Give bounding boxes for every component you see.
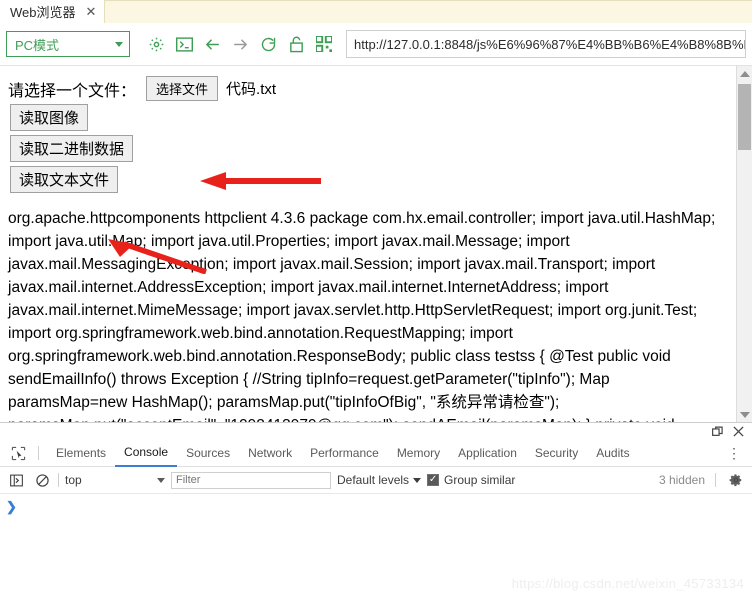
tab-performance[interactable]: Performance (301, 441, 388, 466)
scrollbar-thumb[interactable] (738, 84, 751, 150)
qrcode-icon[interactable] (310, 30, 338, 58)
console-output-area[interactable]: ❯ (0, 494, 752, 516)
back-arrow-icon[interactable] (198, 30, 226, 58)
inspect-element-icon[interactable] (6, 443, 30, 463)
devtools-window-controls (0, 423, 752, 440)
tab-security[interactable]: Security (526, 441, 587, 466)
gear-icon[interactable] (142, 30, 170, 58)
console-icon[interactable] (170, 30, 198, 58)
scroll-up-arrow-icon[interactable] (737, 66, 752, 82)
browser-tab[interactable]: Web浏览器 ✕ (0, 0, 105, 23)
chevron-down-icon (413, 477, 422, 483)
tab-application[interactable]: Application (449, 441, 526, 466)
address-bar[interactable]: http://127.0.0.1:8848/js%E6%96%87%E4%BB%… (346, 30, 746, 58)
device-mode-select[interactable]: PC模式 (6, 31, 130, 57)
page-viewport: 请选择一个文件： 选择文件 代码.txt 读取图像 读取二进制数据 读取文本文件… (0, 66, 752, 423)
action-button-group: 读取图像 读取二进制数据 读取文本文件 (8, 104, 742, 193)
forward-arrow-icon[interactable] (226, 30, 254, 58)
console-filter-input[interactable] (171, 471, 331, 489)
devtools-panel: Elements Console Sources Network Perform… (0, 422, 752, 597)
file-picker-row: 请选择一个文件： 选择文件 代码.txt (8, 76, 742, 101)
execution-context-select[interactable]: top (65, 473, 165, 487)
tab-sources[interactable]: Sources (177, 441, 239, 466)
gear-icon[interactable] (726, 470, 746, 490)
dock-icon[interactable] (712, 426, 723, 437)
reload-icon[interactable] (254, 30, 282, 58)
scrollbar-track[interactable] (737, 82, 752, 407)
group-similar-label: Group similar (444, 473, 516, 487)
browser-tab-label: Web浏览器 (10, 5, 76, 20)
watermark: https://blog.csdn.net/weixin_45733134 (511, 576, 744, 591)
close-icon[interactable]: ✕ (86, 5, 97, 18)
selected-file-name: 代码.txt (226, 81, 277, 98)
address-bar-value: http://127.0.0.1:8848/js%E6%96%87%E4%BB%… (354, 36, 746, 52)
tab-memory[interactable]: Memory (388, 441, 449, 466)
hidden-messages-count: 3 hidden (658, 473, 705, 487)
chevron-down-icon (115, 41, 123, 47)
group-similar-checkbox[interactable]: ✓ (427, 474, 440, 486)
chevron-down-icon (157, 477, 165, 483)
read-text-button[interactable]: 读取文本文件 (10, 166, 119, 193)
divider (38, 446, 39, 460)
divider (715, 473, 716, 487)
tab-console[interactable]: Console (115, 440, 178, 467)
console-prompt-icon: ❯ (6, 499, 17, 514)
show-console-sidebar-icon[interactable] (6, 470, 26, 490)
tab-network[interactable]: Network (239, 441, 301, 466)
console-filter-bar: top Default levels ✓ Group similar 3 hid… (0, 467, 752, 494)
choose-file-button[interactable]: 选择文件 (146, 76, 219, 101)
devtools-tab-bar: Elements Console Sources Network Perform… (0, 440, 752, 467)
scroll-down-arrow-icon[interactable] (737, 407, 752, 423)
execution-context-value: top (65, 473, 82, 487)
browser-tab-strip: Web浏览器 ✕ (0, 0, 752, 23)
divider (58, 473, 59, 487)
read-binary-button[interactable]: 读取二进制数据 (10, 135, 134, 162)
tab-elements[interactable]: Elements (47, 441, 115, 466)
read-image-button[interactable]: 读取图像 (10, 104, 89, 131)
close-icon[interactable] (733, 426, 744, 437)
tab-strip-filler (104, 0, 752, 23)
page-scrollbar[interactable] (736, 66, 752, 423)
browser-toolbar: PC模式 http://127.0.0.1:8848/js%E6%96%87%E… (0, 23, 752, 66)
clear-console-icon[interactable] (32, 470, 52, 490)
unlock-icon[interactable] (282, 30, 310, 58)
file-prompt-label: 请选择一个文件： (8, 82, 137, 100)
log-levels-label: Default levels (337, 473, 410, 487)
kebab-menu-icon[interactable]: ⋮ (717, 446, 752, 460)
tab-audits[interactable]: Audits (587, 441, 638, 466)
group-similar-toggle[interactable]: ✓ Group similar (427, 473, 515, 487)
page-content: 请选择一个文件： 选择文件 代码.txt 读取图像 读取二进制数据 读取文本文件… (0, 66, 752, 423)
log-levels-select[interactable]: Default levels (337, 473, 422, 487)
device-mode-value: PC模式 (15, 37, 60, 53)
file-content-output: org.apache.httpcomponents httpclient 4.3… (8, 210, 716, 423)
